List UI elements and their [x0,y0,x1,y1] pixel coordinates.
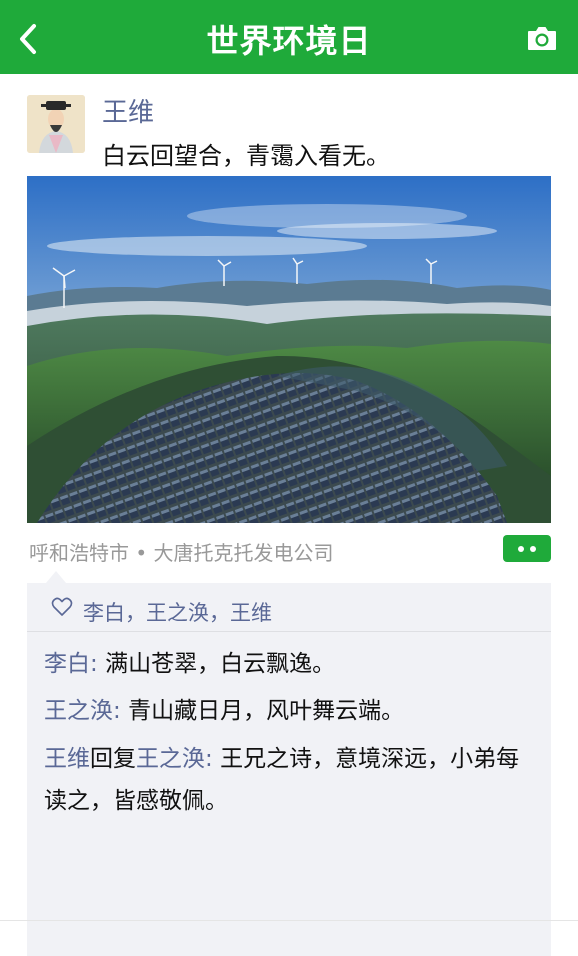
avatar[interactable] [27,95,85,153]
likes-row: 李白，王之涣，王维 [27,583,551,632]
avatar-portrait-icon [27,95,85,153]
like-names[interactable]: 李白，王之涣，王维 [83,597,272,627]
comment-separator: : [113,698,121,724]
page-title: 世界环境日 [206,22,372,60]
post-location[interactable]: 呼和浩特市 • 大唐托克托发电公司 [29,537,334,566]
comment-item[interactable]: 李白: 满山苍翠，白云飘逸。 [44,643,540,685]
divider [0,920,578,921]
comment-text: 满山苍翠，白云飘逸。 [105,651,336,677]
comment-author[interactable]: 王之涣 [44,698,113,724]
more-actions-button[interactable] [503,535,551,562]
camera-button[interactable] [526,24,558,52]
comment-box-pointer [46,571,66,583]
heart-outline-icon [51,597,73,616]
comment-text: 青山藏日月，风叶舞云端。 [128,698,405,724]
comment-item[interactable]: 王维回复王之涣: 王兄之诗，意境深远，小弟每读之，皆感敬佩。 [44,738,540,822]
dot-icon [518,546,524,552]
dot-icon [530,546,536,552]
header-bar: 世界环境日 [0,0,578,74]
reply-word: 回复 [90,746,136,772]
comment-separator: : [205,746,213,772]
post-author-name[interactable]: 王维 [102,92,154,129]
landscape-photo [27,176,551,523]
post-photo[interactable] [27,176,551,523]
comment-separator: : [90,651,98,677]
comment-author[interactable]: 王维 [44,746,90,772]
comments-panel: 李白，王之涣，王维 李白: 满山苍翠，白云飘逸。 王之涣: 青山藏日月，风叶舞云… [27,583,551,956]
post-text: 白云回望合，青霭入看无。 [102,142,390,170]
comment-author[interactable]: 李白 [44,651,90,677]
comment-item[interactable]: 王之涣: 青山藏日月，风叶舞云端。 [44,690,540,732]
reply-to-author[interactable]: 王之涣 [136,746,205,772]
camera-icon [528,27,556,50]
